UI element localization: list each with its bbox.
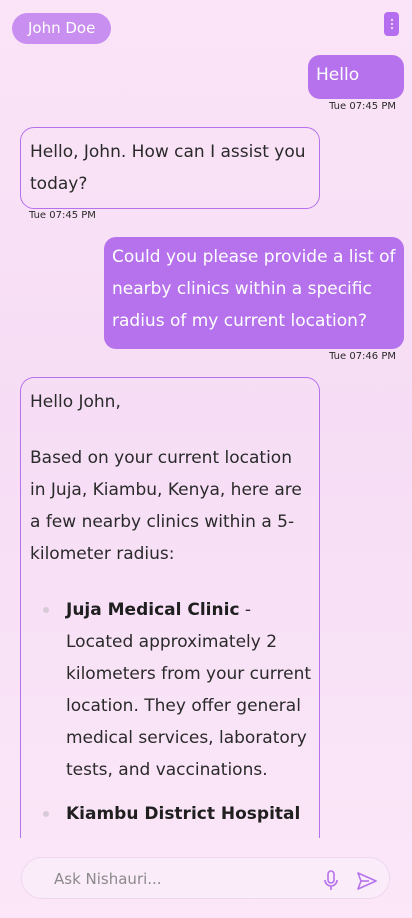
list-item: Kiambu District Hospital - (30, 798, 311, 838)
bullet-icon (43, 811, 49, 817)
bullet-icon (43, 607, 49, 613)
bot-message: Hello, John. How can I assist you today? (20, 127, 320, 209)
message-timestamp: Tue 07:45 PM (29, 210, 96, 221)
list-item: Juja Medical Clinic - Located approximat… (30, 594, 311, 786)
message-input[interactable] (54, 866, 294, 892)
message-greeting: Hello John, (30, 392, 121, 412)
message-timestamp: Tue 07:46 PM (329, 351, 396, 362)
user-message: Could you please provide a list of nearb… (104, 237, 404, 349)
more-vertical-icon[interactable] (384, 12, 399, 36)
clinic-name: Kiambu District Hospital (66, 804, 301, 824)
message-timestamp: Tue 07:45 PM (329, 101, 396, 112)
user-message: Hello (308, 55, 404, 99)
message-composer (21, 857, 390, 899)
bot-message: Hello John, Based on your current locati… (20, 377, 320, 838)
send-icon[interactable] (356, 871, 378, 891)
message-intro: Based on your current location in Juja, … (30, 448, 302, 564)
clinic-list: Juja Medical Clinic - Located approximat… (30, 594, 311, 838)
clinic-name: Juja Medical Clinic (66, 600, 240, 620)
user-name-chip[interactable]: John Doe (12, 13, 112, 44)
clinic-detail: - Located approximately 2 kilometers fro… (66, 600, 312, 780)
clinic-detail: - (66, 836, 72, 838)
microphone-icon[interactable] (322, 870, 340, 892)
chat-area: Hello Tue 07:45 PM Hello, John. How can … (0, 0, 412, 838)
